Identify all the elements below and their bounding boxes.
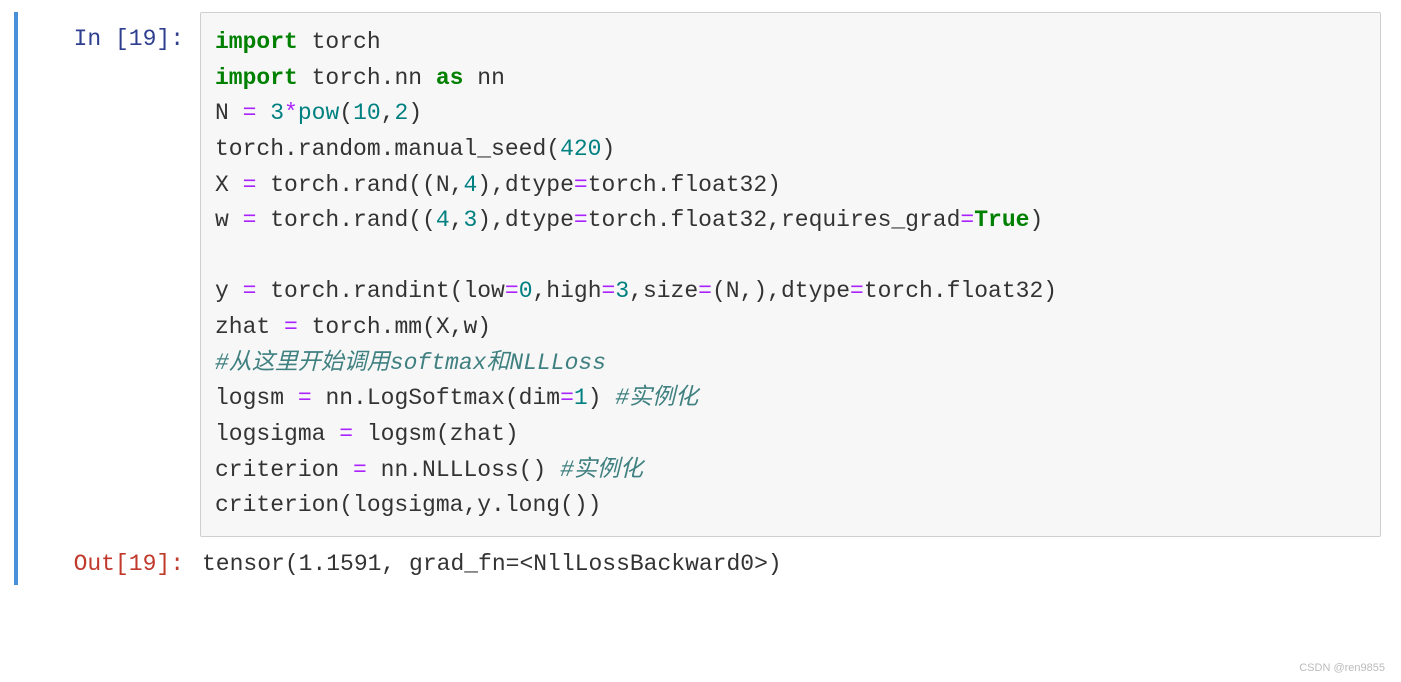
code-text: criterion(logsigma,y.long()) [215,492,601,518]
code-text: criterion [215,457,353,483]
op-eq: = [560,385,574,411]
code-text: N [215,100,243,126]
op-eq: = [339,421,353,447]
output-row: Out[19]: tensor(1.1591, grad_fn=<NllLoss… [18,537,1383,585]
code-text: ) [408,100,422,126]
code-text: nn.LogSoftmax(dim [312,385,560,411]
code-text: ) [601,136,615,162]
num: 4 [463,172,477,198]
op-eq: = [505,278,519,304]
code-text: torch.mm(X,w) [298,314,491,340]
op-eq: = [243,207,257,233]
code-text: logsm [215,385,298,411]
op-eq: = [960,207,974,233]
kw-import: import [215,65,298,91]
op-eq: = [243,172,257,198]
code-text: torch.nn [298,65,436,91]
comment: #实例化 [560,457,643,483]
code-text: nn [463,65,504,91]
op-mult: * [284,100,298,126]
comment: #从这里开始调用softmax和NLLLoss [215,350,606,376]
comment: #实例化 [615,385,698,411]
num: 1 [574,385,588,411]
num: 10 [353,100,381,126]
op-eq: = [602,278,616,304]
bool-true: True [974,207,1029,233]
code-text: ),dtype [477,207,574,233]
code-input-area[interactable]: import torch import torch.nn as nn N = 3… [200,12,1381,537]
op-eq: = [243,278,257,304]
code-text: (N,),dtype [712,278,850,304]
code-text: ,size [629,278,698,304]
watermark: CSDN @ren9855 [1299,662,1385,674]
num: 4 [436,207,450,233]
code-text: logsigma [215,421,339,447]
fn-pow: pow [298,100,339,126]
code-text [256,100,270,126]
code-text: zhat [215,314,284,340]
code-text: logsm(zhat) [353,421,519,447]
num: 420 [560,136,601,162]
code-text: ( [339,100,353,126]
code-text: torch.randint(low [256,278,504,304]
notebook-cell: In [19]: import torch import torch.nn as… [14,12,1383,585]
code-text: ) [588,385,616,411]
input-prompt: In [19]: [18,12,200,60]
output-text: tensor(1.1591, grad_fn=<NllLossBackward0… [200,537,1383,585]
kw-as: as [436,65,464,91]
op-eq: = [698,278,712,304]
op-eq: = [284,314,298,340]
num: 3 [270,100,284,126]
op-eq: = [243,100,257,126]
op-eq: = [574,207,588,233]
input-row: In [19]: import torch import torch.nn as… [18,12,1383,537]
code-text: , [381,100,395,126]
code-text: X [215,172,243,198]
code-text: torch.float32,requires_grad [588,207,961,233]
code-text: torch.rand((N, [256,172,463,198]
kw-import: import [215,29,298,55]
code-text: torch.float32) [588,172,781,198]
code-text: torch.float32) [864,278,1057,304]
code-text: , [450,207,464,233]
code-text: ),dtype [477,172,574,198]
op-eq: = [574,172,588,198]
code-text: torch.rand(( [256,207,435,233]
output-prompt: Out[19]: [18,537,200,585]
num: 3 [615,278,629,304]
num: 2 [395,100,409,126]
op-eq: = [353,457,367,483]
code-text: w [215,207,243,233]
op-eq: = [850,278,864,304]
num: 3 [463,207,477,233]
code-text: ) [1029,207,1043,233]
code-text: nn.NLLLoss() [367,457,560,483]
code-text: torch [298,29,381,55]
code-text: y [215,278,243,304]
num: 0 [519,278,533,304]
op-eq: = [298,385,312,411]
code-text: ,high [533,278,602,304]
code-text: torch.random.manual_seed( [215,136,560,162]
